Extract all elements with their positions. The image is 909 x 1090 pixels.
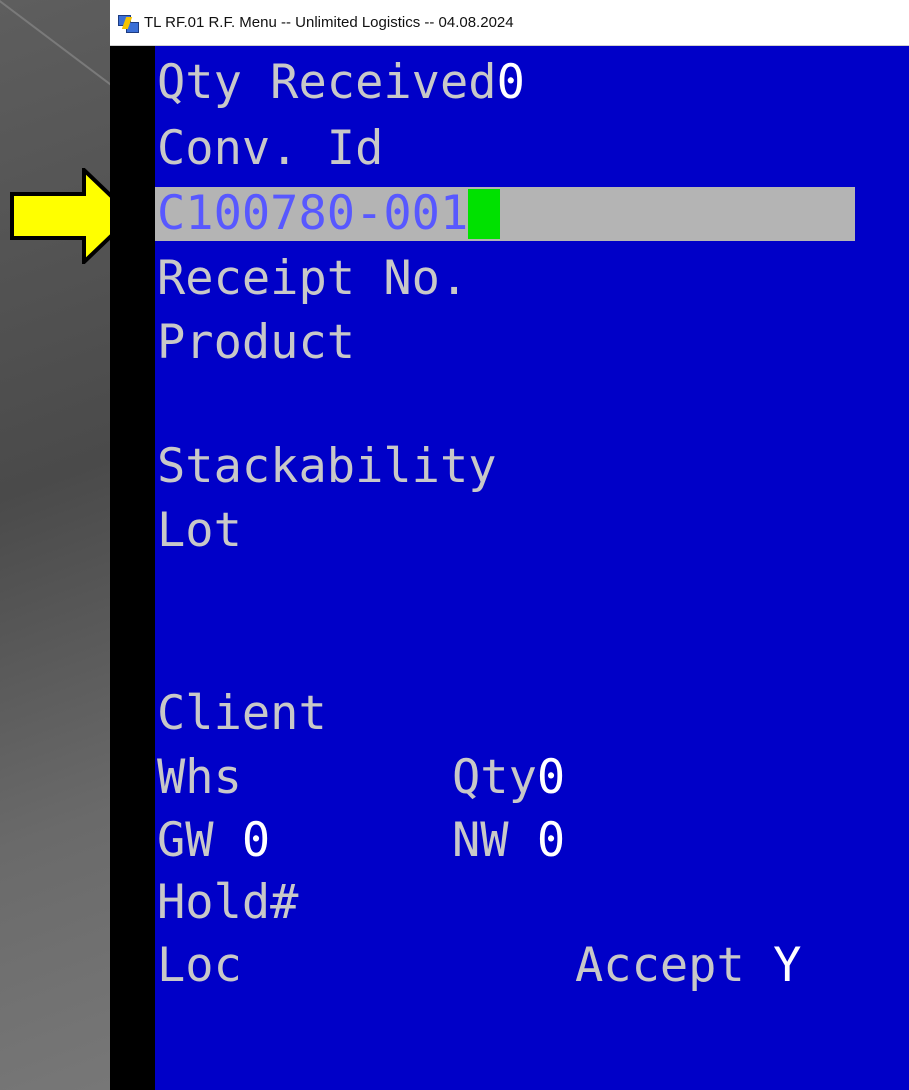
- nw-row: NW 0: [452, 814, 565, 868]
- conv-id-value[interactable]: C100780-001: [157, 186, 468, 241]
- text-cursor: [468, 188, 501, 239]
- qty-value: 0: [536, 750, 566, 805]
- gw-label: GW: [157, 813, 214, 868]
- background-decoration: [0, 0, 128, 98]
- lot-label: Lot: [157, 503, 242, 558]
- accept-label: Accept: [575, 938, 745, 993]
- qty-received-row: Qty Received0: [157, 56, 525, 110]
- title-bar[interactable]: TL RF.01 R.F. Menu -- Unlimited Logistic…: [110, 0, 909, 46]
- nw-value: 0: [536, 813, 566, 868]
- loc-label: Loc: [157, 938, 242, 993]
- conv-id-label: Conv. Id: [157, 121, 384, 176]
- qty-received-value: 0: [496, 55, 525, 110]
- terminal-app-icon[interactable]: [118, 13, 139, 33]
- conv-id-field-row[interactable]: C100780-001: [157, 186, 501, 241]
- product-label: Product: [157, 315, 356, 370]
- accept-value: Y: [773, 938, 802, 993]
- stackability-label: Stackability: [157, 439, 497, 494]
- accept-row: Accept Y: [575, 939, 801, 993]
- gw-value: 0: [241, 813, 271, 868]
- terminal-screen[interactable]: Qty Received0 Conv. Id C100780-001 Recei…: [155, 46, 909, 1090]
- terminal-window: TL RF.01 R.F. Menu -- Unlimited Logistic…: [110, 0, 909, 1090]
- qty-received-label: Qty Received: [157, 55, 497, 110]
- receipt-no-label: Receipt No.: [157, 251, 469, 306]
- window-title: TL RF.01 R.F. Menu -- Unlimited Logistic…: [144, 14, 514, 31]
- qty-row: Qty0: [452, 751, 565, 805]
- client-label: Client: [157, 686, 327, 741]
- hold-label: Hold#: [157, 875, 299, 930]
- gw-row: GW 0: [157, 814, 270, 868]
- whs-label: Whs: [157, 750, 242, 805]
- nw-label: NW: [452, 813, 509, 868]
- qty-label: Qty: [452, 750, 537, 805]
